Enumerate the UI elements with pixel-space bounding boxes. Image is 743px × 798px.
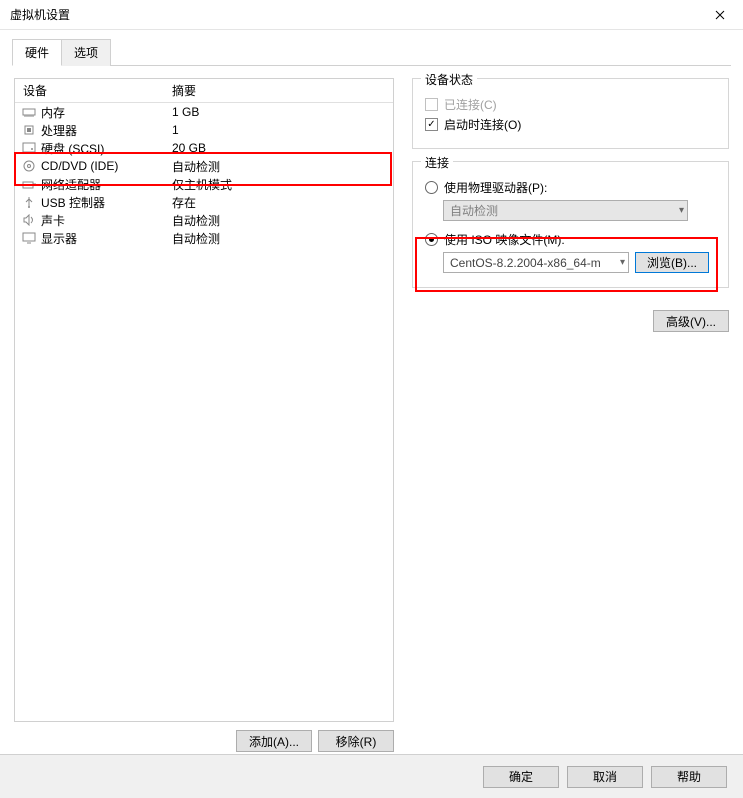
content-area: 硬件 选项 设备 摘要 内存 1 GB 处理器 1 硬盘 [0, 30, 743, 758]
use-physical-drive-radio[interactable] [425, 181, 438, 194]
left-buttons: 添加(A)... 移除(R) [14, 730, 394, 752]
connection-group: 连接 使用物理驱动器(P): 自动检测 ▾ 使用 ISO 映像文件(M): [412, 161, 729, 288]
display-icon [21, 231, 37, 245]
connect-at-poweron-checkbox[interactable]: ✓ [425, 118, 438, 131]
device-summary: 自动检测 [170, 230, 393, 247]
device-row-usb[interactable]: USB 控制器 存在 [15, 193, 393, 211]
window-title: 虚拟机设置 [10, 6, 70, 23]
device-row-cpu[interactable]: 处理器 1 [15, 121, 393, 139]
device-summary: 20 GB [170, 141, 393, 155]
device-label: USB 控制器 [41, 194, 105, 211]
chevron-down-icon: ▾ [620, 257, 625, 268]
device-label: 显示器 [41, 230, 77, 247]
use-iso-label: 使用 ISO 映像文件(M): [444, 231, 565, 248]
tab-options[interactable]: 选项 [61, 39, 111, 66]
iso-file-row: CentOS-8.2.2004-x86_64-m ▾ 浏览(B)... [443, 252, 716, 273]
bottom-bar: 确定 取消 帮助 [0, 754, 743, 798]
device-label: CD/DVD (IDE) [41, 159, 118, 173]
memory-icon [21, 105, 37, 119]
device-row-nic[interactable]: 网络适配器 仅主机模式 [15, 175, 393, 193]
use-iso-radio[interactable] [425, 233, 438, 246]
tab-body: 设备 摘要 内存 1 GB 处理器 1 硬盘 (SCSI) 20 GB CD [12, 66, 731, 758]
physical-drive-combo-row: 自动检测 ▾ [443, 200, 716, 221]
connect-at-poweron-label: 启动时连接(O) [444, 116, 521, 133]
device-summary: 自动检测 [170, 212, 393, 229]
left-panel: 设备 摘要 内存 1 GB 处理器 1 硬盘 (SCSI) 20 GB CD [14, 78, 394, 752]
connected-checkbox [425, 98, 438, 111]
device-row-disk[interactable]: 硬盘 (SCSI) 20 GB [15, 139, 393, 157]
connected-checkbox-row: 已连接(C) [425, 96, 716, 113]
device-row-memory[interactable]: 内存 1 GB [15, 103, 393, 121]
device-label: 声卡 [41, 212, 65, 229]
device-row-cd[interactable]: CD/DVD (IDE) 自动检测 [15, 157, 393, 175]
close-icon [715, 10, 725, 20]
list-header: 设备 摘要 [15, 79, 393, 103]
remove-device-button[interactable]: 移除(R) [318, 730, 394, 752]
disk-icon [21, 141, 37, 155]
device-list: 设备 摘要 内存 1 GB 处理器 1 硬盘 (SCSI) 20 GB CD [14, 78, 394, 722]
cd-icon [21, 159, 37, 173]
use-iso-radio-row[interactable]: 使用 ISO 映像文件(M): [425, 231, 716, 248]
use-physical-drive-label: 使用物理驱动器(P): [444, 179, 547, 196]
col-header-summary[interactable]: 摘要 [170, 82, 393, 99]
device-row-display[interactable]: 显示器 自动检测 [15, 229, 393, 247]
sound-icon [21, 213, 37, 227]
tab-strip: 硬件 选项 [12, 38, 731, 66]
chevron-down-icon: ▾ [679, 205, 684, 216]
help-button[interactable]: 帮助 [651, 766, 727, 788]
browse-button[interactable]: 浏览(B)... [635, 252, 709, 273]
physical-drive-combo: 自动检测 ▾ [443, 200, 688, 221]
ok-button[interactable]: 确定 [483, 766, 559, 788]
connected-label: 已连接(C) [444, 96, 497, 113]
advanced-row: 高级(V)... [412, 310, 729, 332]
advanced-button[interactable]: 高级(V)... [653, 310, 729, 332]
device-summary: 仅主机模式 [170, 176, 393, 193]
close-button[interactable] [697, 0, 743, 30]
device-status-legend: 设备状态 [421, 71, 477, 88]
right-panel: 设备状态 已连接(C) ✓ 启动时连接(O) 连接 使用物理驱动器(P): [412, 78, 729, 752]
add-device-button[interactable]: 添加(A)... [236, 730, 312, 752]
device-label: 内存 [41, 104, 65, 121]
device-status-group: 设备状态 已连接(C) ✓ 启动时连接(O) [412, 78, 729, 149]
nic-icon [21, 177, 37, 191]
device-summary: 存在 [170, 194, 393, 211]
device-summary: 1 GB [170, 105, 393, 119]
cancel-button[interactable]: 取消 [567, 766, 643, 788]
usb-icon [21, 195, 37, 209]
device-label: 网络适配器 [41, 176, 101, 193]
device-summary: 1 [170, 123, 393, 137]
titlebar: 虚拟机设置 [0, 0, 743, 30]
device-label: 处理器 [41, 122, 77, 139]
tab-hardware[interactable]: 硬件 [12, 39, 62, 66]
device-label: 硬盘 (SCSI) [41, 140, 104, 157]
connection-legend: 连接 [421, 154, 453, 171]
connect-at-poweron-row[interactable]: ✓ 启动时连接(O) [425, 116, 716, 133]
device-summary: 自动检测 [170, 158, 393, 175]
iso-file-value: CentOS-8.2.2004-x86_64-m [450, 256, 601, 270]
cpu-icon [21, 123, 37, 137]
use-physical-drive-radio-row[interactable]: 使用物理驱动器(P): [425, 179, 716, 196]
device-row-sound[interactable]: 声卡 自动检测 [15, 211, 393, 229]
col-header-device[interactable]: 设备 [15, 82, 170, 99]
physical-drive-value: 自动检测 [450, 202, 498, 219]
iso-file-combo[interactable]: CentOS-8.2.2004-x86_64-m ▾ [443, 252, 629, 273]
